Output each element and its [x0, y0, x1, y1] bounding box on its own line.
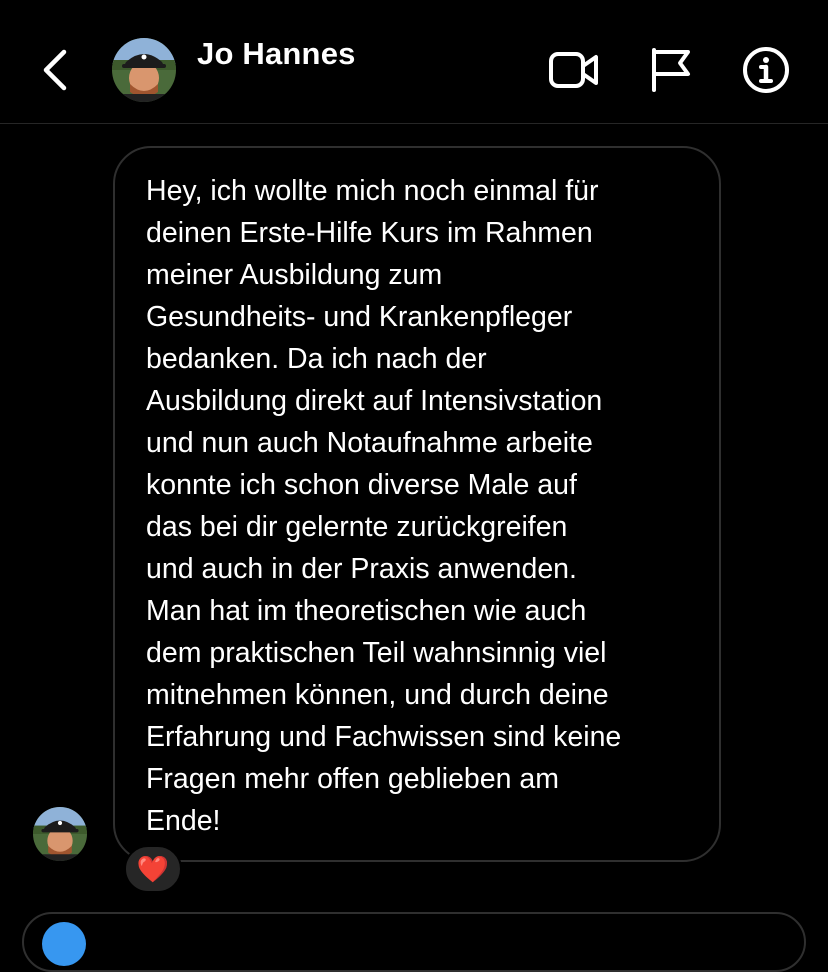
chat-header: Jo Hannes — [0, 0, 828, 124]
info-button[interactable] — [740, 46, 792, 94]
video-call-icon — [549, 52, 598, 88]
video-call-button[interactable] — [548, 46, 600, 94]
heart-reaction[interactable]: ❤️ — [124, 845, 182, 893]
message-bubble[interactable]: Hey, ich wollte mich noch einmal für dei… — [113, 146, 721, 862]
report-button[interactable] — [646, 46, 698, 94]
heart-icon: ❤️ — [136, 853, 170, 884]
sender-avatar[interactable] — [33, 807, 87, 861]
back-button[interactable] — [36, 46, 76, 94]
avatar[interactable] — [112, 38, 176, 102]
contact-name[interactable]: Jo Hannes — [197, 36, 356, 72]
message-text: Hey, ich wollte mich noch einmal für dei… — [146, 175, 622, 837]
info-icon — [743, 47, 789, 93]
message-composer[interactable] — [22, 912, 806, 972]
camera-icon[interactable] — [42, 922, 86, 966]
back-icon — [43, 49, 67, 91]
flag-icon — [652, 48, 690, 92]
